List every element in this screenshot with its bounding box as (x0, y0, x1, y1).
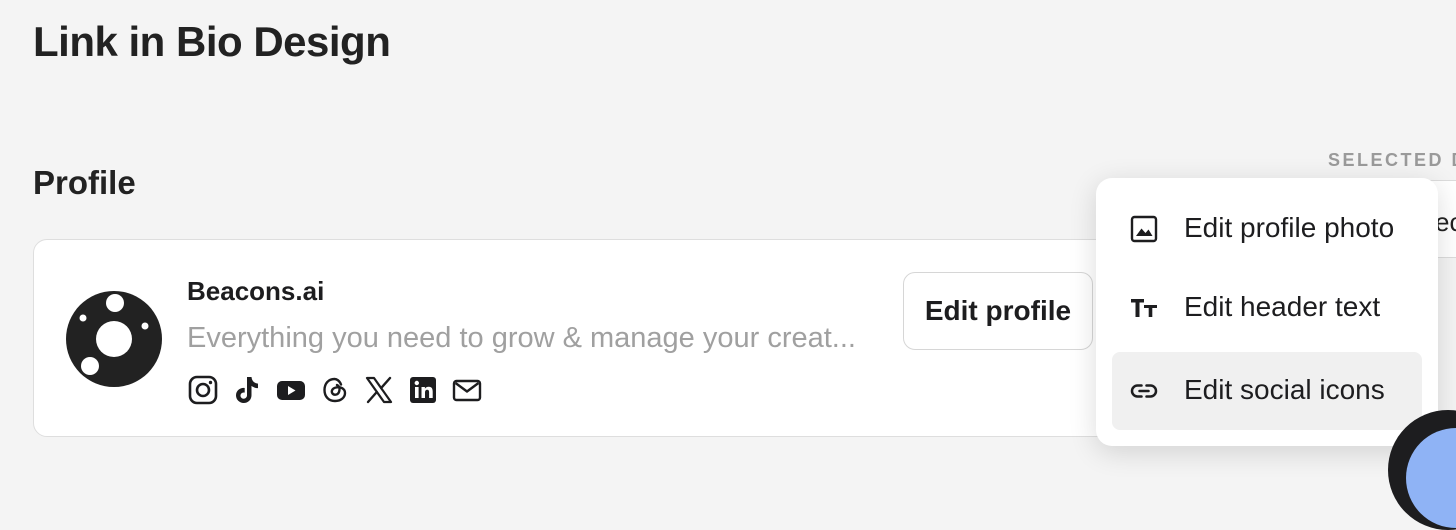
profile-bio: Everything you need to grow & manage you… (187, 322, 856, 354)
selected-design-pill-text: ec (1435, 207, 1456, 237)
youtube-icon[interactable] (275, 374, 307, 406)
instagram-icon[interactable] (187, 374, 219, 406)
menu-item-label: Edit profile photo (1184, 212, 1395, 243)
menu-item-edit-social-icons[interactable]: Edit social icons (1112, 352, 1422, 430)
x-icon[interactable] (363, 374, 395, 406)
profile-name: Beacons.ai (187, 276, 325, 306)
selected-design-label: SELECTED D (1328, 150, 1456, 170)
avatar[interactable] (66, 291, 162, 387)
threads-icon[interactable] (319, 374, 351, 406)
menu-item-label: Edit header text (1184, 291, 1381, 322)
image-icon (1130, 215, 1158, 243)
edit-profile-button[interactable]: Edit profile (903, 272, 1093, 350)
menu-item-edit-profile-photo[interactable]: Edit profile photo (1112, 190, 1422, 268)
link-icon (1130, 384, 1158, 398)
mail-icon[interactable] (451, 374, 483, 406)
menu-item-edit-header-text[interactable]: Edit header text (1112, 269, 1422, 347)
text-size-icon (1131, 299, 1157, 317)
page-title: Link in Bio Design (33, 18, 391, 65)
linkedin-icon[interactable] (407, 374, 439, 406)
tiktok-icon[interactable] (231, 374, 263, 406)
profile-section-title: Profile (33, 164, 136, 201)
chat-launcher-inner (1406, 428, 1456, 528)
edit-profile-dropdown: Edit profile photo Edit header text Edit… (1096, 178, 1438, 446)
profile-card: Beacons.ai Everything you need to grow &… (33, 239, 1173, 437)
menu-item-label: Edit social icons (1184, 374, 1385, 405)
social-icons-row (187, 374, 483, 406)
